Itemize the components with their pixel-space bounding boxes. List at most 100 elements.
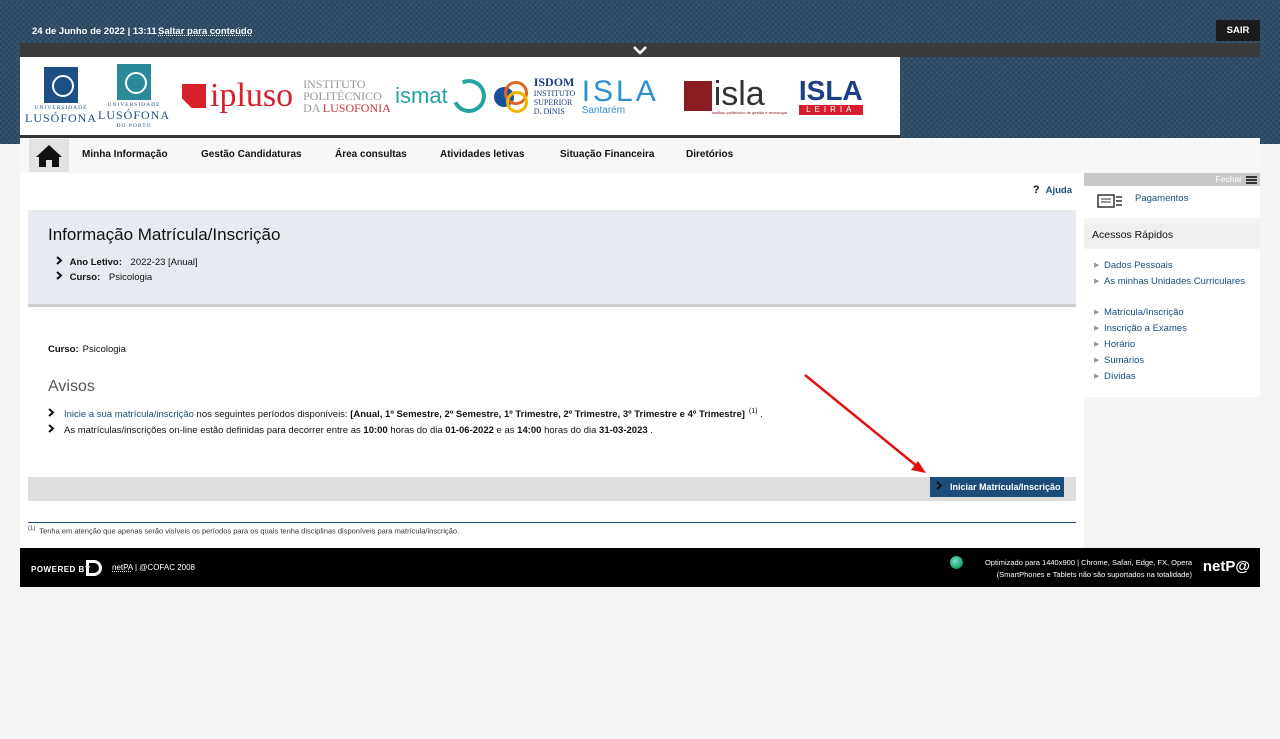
quick-link-label: Dados Pessoais [1104,260,1173,271]
help-link[interactable]: ? Ajuda [1033,184,1072,196]
quick-link-label: Dívidas [1104,371,1136,382]
nav-atividades-letivas[interactable]: Atividades letivas [440,149,524,160]
top-bar: 24 de Junho de 2022 | 13:11 Saltar para … [20,20,1260,43]
logo-isla-gestao[interactable]: isla instituto politécnico de gestão e t… [683,77,787,115]
skip-to-content-link[interactable]: Saltar para conteúdo [158,26,253,37]
menu-icon [1246,176,1257,184]
nav-diretorios[interactable]: Diretórios [686,149,733,160]
logo-lusofona-porto[interactable]: UNIVERSIDADE LUSÓFONA DO PORTO [98,63,171,129]
logout-button[interactable]: SAIR [1216,20,1260,41]
ano-letivo-label: Ano Letivo: [69,257,122,268]
footnote-ref: (1) [748,408,758,415]
footer: POWERED BY netPA | @COFAC 2008 Optimizad… [20,548,1260,587]
payment-terminal-icon [1097,194,1122,208]
right-sidebar: Fechar Pagamentos Acessos Rápidos ▶ Dados… [1084,173,1260,548]
logo-isdom[interactable]: ISDOM INSTITUTO SUPERIOR D. DINIS [533,75,576,117]
footnote: (1) Tenha em atenção que apenas serão vis… [28,526,459,536]
aviso-item: As matrículas/inscrições on-line estão d… [48,424,653,436]
nav-gestao-candidaturas[interactable]: Gestão Candidaturas [201,149,302,160]
chevron-right-icon [936,481,943,490]
start-enrollment-label: Iniciar Matrícula/Inscrição [950,482,1061,492]
aviso-item: Inicie a sua matrícula/inscrição nos seg… [48,408,763,420]
arrow-right-icon: ▶ [1094,278,1100,285]
quick-link-horario[interactable]: ▶ Horário [1094,337,1254,352]
logo-text: DA [303,101,320,115]
quick-link-label: Matrícula/Inscrição [1104,307,1184,318]
quick-link-label: Sumários [1104,355,1145,366]
logo-text: D. DINIS [533,107,565,116]
logo-text: instituto politécnico de gestão e tecnol… [711,109,787,115]
quick-access-list: ▶ Dados Pessoais ▶ As minhas Unidades Curr… [1084,249,1260,397]
arrow-right-icon: ▶ [1094,357,1100,364]
start-enrollment-link[interactable]: Inicie a sua matrícula/inscrição [64,409,194,420]
curso-label: Curso: [48,344,79,355]
logo-text: ISLA [581,74,659,108]
netpa-brand: netP@ [1202,558,1250,575]
quick-link-exames[interactable]: ▶ Inscrição a Exames [1094,321,1254,336]
arrow-right-icon: ▶ [1094,373,1100,380]
quick-access-title: Acessos Rápidos [1084,223,1260,248]
arrow-right-icon: ▶ [1094,341,1100,348]
isla-mark-icon [683,81,712,111]
logo-isla-santarem[interactable]: ISLA Santarém [581,74,678,116]
globe-icon [950,556,963,569]
payments-link[interactable]: Pagamentos [1135,193,1188,204]
aviso-text: horas do dia [541,425,600,436]
quick-link-dados-pessoais[interactable]: ▶ Dados Pessoais [1094,258,1254,273]
aviso-text: horas do dia [387,425,446,436]
logo-text: ISLA [798,75,863,106]
quick-link-unidades-curriculares[interactable]: ▶ As minhas Unidades Curriculares [1094,274,1254,289]
home-icon [36,144,62,167]
logo-text: ISDOM [533,75,575,89]
aviso-text: . [760,409,763,421]
ismat-swirl-icon [446,74,491,118]
nav-minha-informacao[interactable]: Minha Informação [82,149,168,160]
info-row-ano: Ano Letivo: 2022-23 [Anual] [56,256,198,268]
chevron-down-icon[interactable] [632,44,648,56]
aviso-text: As matrículas/inscrições on-line estão d… [64,425,364,436]
logo-ipluso[interactable]: ipluso [182,77,293,115]
curso-value: Psicologia [108,272,153,283]
aviso-time: 10:00 [363,425,388,436]
browser-support-note: Optimizado para 1440x900 | Chrome, Safar… [985,557,1192,581]
mobile-note: (SmartPhones e Tablets não são suportado… [996,570,1192,579]
curso-line: Curso: Psicologia [48,344,126,355]
arrow-right-icon: ▶ [1094,325,1100,332]
action-bar: Iniciar Matrícula/Inscrição [28,477,1076,501]
aviso-text: e as [493,425,518,436]
start-enrollment-button[interactable]: Iniciar Matrícula/Inscrição [930,477,1064,497]
header-collapse-bar[interactable] [20,43,1260,57]
logo-text: LUSÓFONA [98,107,171,122]
ipluso-mark-icon [182,84,206,108]
ano-letivo-value: 2022-23 [Anual] [130,257,198,268]
quick-link-sumarios[interactable]: ▶ Sumários [1094,353,1254,368]
aviso-periods: [Anual, 1º Semestre, 2º Semestre, 1º Tri… [350,409,745,421]
home-button[interactable] [29,139,69,172]
digitalis-logo-icon [86,560,102,576]
arrow-right-icon: ▶ [1094,309,1100,316]
logo-universidade-lusofona[interactable]: UNIVERSIDADE LUSÓFONA [25,66,96,126]
logo-isla-leiria[interactable]: ISLA LEIRIA [798,75,863,115]
close-sidebar-button[interactable]: Fechar [1084,173,1260,186]
quick-link-label: As minhas Unidades Curriculares [1104,276,1245,287]
quick-link-dividas[interactable]: ▶ Dívidas [1094,369,1254,384]
aviso-date: 31-03-2023 [599,425,648,436]
logo-ismat[interactable]: ismat [395,83,448,109]
nav-situacao-financeira[interactable]: Situação Financeira [560,149,654,160]
quick-link-matricula[interactable]: ▶ Matrícula/Inscrição [1094,305,1254,320]
help-label: Ajuda [1045,185,1072,196]
divider [28,522,1076,523]
nav-area-consultas[interactable]: Área consultas [335,149,407,160]
logo-text: LUSOFONIA [322,101,391,115]
question-icon: ? [1032,184,1040,196]
avisos-heading: Avisos [48,378,95,395]
logo-instituto-politecnico-lusofonia[interactable]: INSTITUTO POLITÉCNICO DA LUSOFONIA [303,78,395,114]
institutions-logo-strip: UNIVERSIDADE LUSÓFONA UNIVERSIDADE LUSÓF… [20,57,900,135]
chevron-right-icon [48,408,55,417]
chevron-right-icon [56,271,63,280]
curso-value: Psicologia [82,344,126,355]
optimized-text: Optimizado para 1440x900 | Chrome, Safar… [984,558,1192,567]
info-row-curso: Curso: Psicologia [56,271,152,283]
current-date: 24 de Junho de 2022 | 13:11 [32,26,157,37]
netpa-link[interactable]: netPA [112,563,133,572]
